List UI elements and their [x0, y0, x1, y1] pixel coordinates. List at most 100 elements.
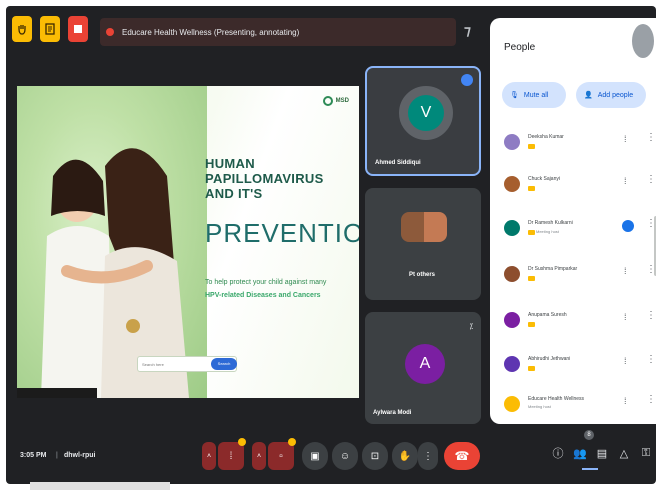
host-badge: [528, 322, 535, 327]
headline-line-3: AND IT'S: [205, 186, 263, 201]
separator: |: [56, 452, 58, 459]
speaking-indicator-icon: [461, 74, 473, 86]
tile-name: Aylwara Modi: [373, 410, 412, 416]
mother-child-photo: [17, 86, 207, 398]
camera-button[interactable]: ▫: [268, 438, 296, 470]
mic-icon[interactable]: ⁞: [624, 312, 627, 322]
avatar: A: [405, 344, 445, 384]
mic-button[interactable]: ⁞: [218, 438, 246, 470]
add-people-label: Add people: [597, 91, 634, 99]
mute-all-button[interactable]: 🎙 Mute all: [502, 82, 566, 108]
camera-options-button[interactable]: ˄: [252, 442, 266, 470]
tile-name: Ahmed Siddiqui: [375, 160, 421, 166]
avatar: [504, 266, 520, 282]
slide-search-button[interactable]: Search: [211, 358, 237, 370]
list-item[interactable]: Deeksha Kumar ⁞ ⋮: [504, 132, 656, 160]
more-icon[interactable]: ⋮: [646, 174, 656, 185]
person-name: Educare Health Wellness: [528, 396, 585, 402]
right-controls: ⓘ 👥 ▤ △ ⚿: [552, 446, 652, 461]
meeting-title: Educare Health Wellness (Presenting, ann…: [122, 27, 300, 37]
end-call-button[interactable]: ☎: [444, 442, 480, 470]
add-person-icon: 👤: [584, 92, 593, 99]
avatar: [504, 356, 520, 372]
mic-icon[interactable]: ⁞: [624, 396, 627, 406]
speaking-icon: [622, 220, 634, 232]
mic-icon[interactable]: ⁞: [624, 134, 627, 144]
list-item[interactable]: Educare Health Wellness Meeting host ⁞ ⋮: [504, 394, 656, 422]
more-icon[interactable]: ⋮: [646, 354, 656, 365]
mic-icon[interactable]: ⁞: [624, 266, 627, 276]
list-item[interactable]: Anupama Suresh ⁞ ⋮: [504, 310, 656, 338]
present-button[interactable]: ⊡: [362, 442, 388, 470]
host-badge: [528, 186, 535, 191]
active-tab-indicator: [582, 468, 598, 470]
raise-hand-button[interactable]: [12, 16, 32, 42]
host-badge: [528, 366, 535, 371]
avatar: [504, 176, 520, 192]
clock: 3:05 PM: [20, 452, 47, 459]
mic-off-icon: ⁒: [469, 322, 473, 331]
hand-icon: [18, 25, 26, 35]
subtitle-line-2: HPV-related Diseases and Cancers: [205, 292, 321, 299]
mic-options-button[interactable]: ˄: [202, 442, 216, 470]
slide-headline: HUMAN PAPILLOMAVIRUS AND IT'S: [205, 156, 355, 201]
recording-dot-icon: [106, 28, 114, 36]
chevron-up-icon: ˄: [206, 452, 212, 460]
people-title: People: [504, 42, 536, 53]
stop-sharing-button[interactable]: [68, 16, 88, 42]
host-badge: [528, 276, 535, 281]
notes-icon: [45, 23, 55, 35]
avatar: [504, 312, 520, 328]
more-options-button[interactable]: ⋮: [418, 442, 438, 470]
person-name: Abhirudhi Jethwani: [528, 356, 571, 362]
person-role: Meeting host: [536, 229, 559, 234]
person-name: Anupama Suresh: [528, 312, 567, 318]
add-people-button[interactable]: 👤 Add people: [576, 82, 646, 108]
camera-off-icon: ▫: [279, 450, 283, 462]
emoji-button[interactable]: ☺: [332, 442, 358, 470]
people-icon[interactable]: 👥: [573, 446, 587, 460]
headline-line-2: PAPILLOMAVIRUS: [205, 171, 324, 186]
notes-button[interactable]: [40, 16, 60, 42]
pin-icon[interactable]: ⁊: [464, 22, 478, 40]
chat-icon[interactable]: ▤: [596, 446, 608, 460]
logo-icon: [322, 96, 333, 106]
msd-logo: MSD: [322, 96, 349, 106]
activities-icon[interactable]: △: [618, 446, 630, 460]
raise-hand-control[interactable]: ✋: [392, 442, 418, 470]
video-tile-others[interactable]: Pt others: [365, 188, 481, 300]
lock-icon[interactable]: ⚿: [640, 446, 652, 460]
avatar: [504, 134, 520, 150]
person-name: Dr Ramesh Kulkarni: [528, 220, 573, 226]
self-avatar[interactable]: [632, 24, 654, 58]
mic-icon[interactable]: ⁞: [624, 176, 627, 186]
others-photos: [401, 212, 447, 242]
subtitle-line-1: To help protect your child against many: [205, 279, 327, 286]
list-item[interactable]: Dr Ramesh Kulkarni Meeting host ⋮: [504, 218, 656, 246]
tile-name: Pt others: [409, 272, 436, 278]
video-tile-speaker[interactable]: V Ahmed Siddiqui: [365, 66, 481, 176]
more-icon[interactable]: ⋮: [646, 394, 656, 405]
raise-hand-icon: ✋: [398, 450, 412, 462]
info-icon[interactable]: ⓘ: [552, 446, 564, 460]
captions-button[interactable]: ▣: [302, 442, 328, 470]
person-role: Meeting host: [528, 404, 551, 409]
person-name: Dr Sushma Pimparkar: [528, 266, 578, 272]
presenting-title-bar: Educare Health Wellness (Presenting, ann…: [100, 18, 456, 46]
people-panel: People 🎙 Mute all 👤 Add people Deeksha K…: [490, 18, 656, 424]
list-item[interactable]: Dr Sushma Pimparkar ⁞ ⋮: [504, 264, 656, 292]
avatar: [504, 396, 520, 412]
list-item[interactable]: Abhirudhi Jethwani ⁞ ⋮: [504, 354, 656, 382]
present-icon: ⊡: [370, 450, 380, 462]
meeting-stage: Educare Health Wellness (Presenting, ann…: [6, 6, 656, 484]
list-item[interactable]: Chuck Sajanyi ⁞ ⋮: [504, 174, 656, 202]
video-tile-participant[interactable]: ⁒ A Aylwara Modi: [365, 312, 481, 424]
more-icon[interactable]: ⋮: [646, 132, 656, 143]
more-icon[interactable]: ⋮: [646, 310, 656, 321]
warning-dot: [288, 438, 296, 446]
presentation-slide: MSD HUMAN PAPILLOMAVIRUS AND IT'S PREVEN…: [17, 86, 359, 398]
mic-icon[interactable]: ⁞: [624, 356, 627, 366]
host-badge: [528, 144, 535, 149]
host-badge: [528, 230, 535, 235]
logo-text: MSD: [335, 98, 349, 104]
